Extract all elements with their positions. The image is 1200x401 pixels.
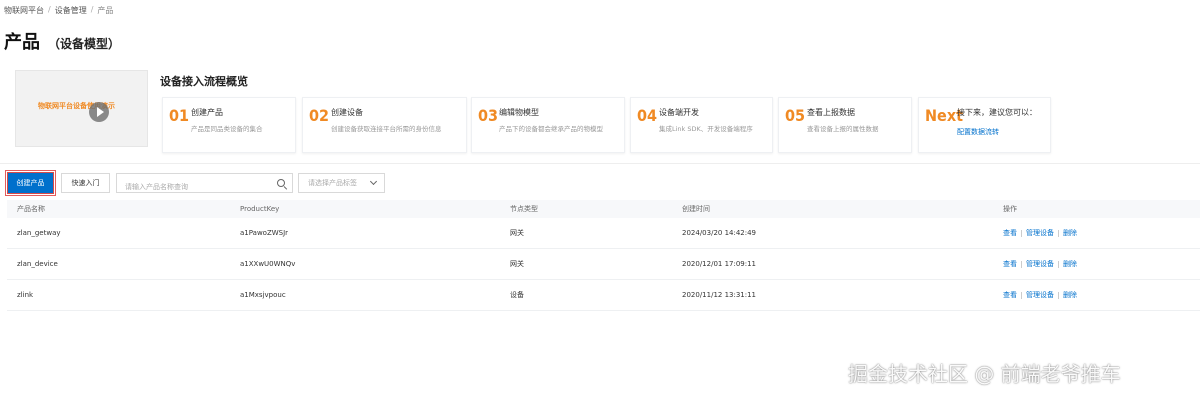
breadcrumb-separator: / — [90, 5, 94, 14]
step-number: 05 — [785, 106, 806, 125]
flow-step-1: 01 创建产品 产品是同品类设备的集合 — [162, 97, 296, 153]
flow-step-3: 03 编辑物模型 产品下的设备都会继承产品的物模型 — [471, 97, 625, 153]
product-name: zlan_device — [17, 260, 58, 268]
search-icon[interactable] — [277, 179, 285, 187]
step-title: 查看上报数据 — [807, 108, 855, 117]
chevron-down-icon — [369, 177, 378, 186]
product-search — [116, 173, 293, 196]
breadcrumb-item-product: 产品 — [97, 6, 114, 15]
product-key: a1XXwU0WNQv — [240, 260, 296, 268]
action-separator — [1021, 291, 1022, 299]
header-product-name: 产品名称 — [17, 205, 45, 213]
breadcrumb-item-device-management[interactable]: 设备管理 — [55, 5, 87, 16]
step-desc: 查看设备上报的属性数据 — [807, 125, 879, 133]
created-time: 2020/12/01 17:09:11 — [682, 260, 757, 268]
header-product-key: ProductKey — [240, 205, 280, 213]
step-title: 创建设备 — [331, 108, 363, 117]
step-title: 创建产品 — [191, 108, 223, 117]
header-actions: 操作 — [1003, 205, 1017, 213]
quick-start-button[interactable]: 快速入门 — [61, 173, 110, 193]
manage-devices-link[interactable]: 管理设备 — [1026, 290, 1054, 300]
view-link[interactable]: 查看 — [1003, 259, 1017, 269]
manage-devices-link[interactable]: 管理设备 — [1026, 259, 1054, 269]
search-input[interactable] — [117, 178, 267, 196]
product-tag-select[interactable]: 请选择产品标签 — [298, 173, 385, 193]
flow-step-2: 02 创建设备 创建设备获取连接平台所需的身份信息 — [302, 97, 467, 153]
step-desc: 集成Link SDK、开发设备端程序 — [659, 125, 753, 133]
page-title-main: 产品 — [4, 32, 40, 53]
page-title-sub: （设备模型） — [48, 37, 121, 51]
action-separator — [1021, 260, 1022, 268]
product-key: a1Mxsjvpouc — [240, 291, 286, 299]
watermark: 掘金技术社区 @ 前端老爷推车 — [848, 362, 1121, 386]
divider — [0, 163, 1200, 164]
step-desc: 产品下的设备都会继承产品的物模型 — [499, 125, 603, 133]
breadcrumb-separator: / — [48, 5, 51, 14]
header-node-type: 节点类型 — [510, 205, 538, 213]
flow-step-next: Next 接下来，建议您可以： 配置数据流转 — [918, 97, 1051, 153]
view-link[interactable]: 查看 — [1003, 228, 1017, 238]
step-title: 设备端开发 — [659, 108, 699, 117]
created-time: 2024/03/20 14:42:49 — [682, 229, 757, 237]
step-desc: 创建设备获取连接平台所需的身份信息 — [331, 125, 442, 133]
action-separator — [1058, 260, 1059, 268]
flow-overview-title: 设备接入流程概览 — [160, 75, 248, 88]
action-separator — [1058, 291, 1059, 299]
create-product-button[interactable]: 创建产品 — [5, 170, 56, 196]
product-name: zlan_getway — [17, 229, 61, 237]
action-separator — [1021, 229, 1022, 237]
row-actions: 查看 管理设备 删除 — [1003, 290, 1077, 300]
row-actions: 查看 管理设备 删除 — [1003, 228, 1077, 238]
demo-video-thumbnail[interactable]: 物联网平台设备使用演示 — [15, 70, 148, 147]
created-time: 2020/11/12 13:31:11 — [682, 291, 757, 299]
row-actions: 查看 管理设备 删除 — [1003, 259, 1077, 269]
tag-select-placeholder: 请选择产品标签 — [308, 179, 357, 187]
step-title: 接下来，建议您可以： — [957, 108, 1037, 117]
table-row: zlink a1Mxsjvpouc 设备 2020/11/12 13:31:11… — [7, 280, 1200, 311]
step-number: 03 — [478, 106, 499, 125]
table-header: 产品名称 ProductKey 节点类型 创建时间 操作 — [7, 200, 1200, 218]
breadcrumb: 物联网平台 / 设备管理 / 产品 — [4, 5, 113, 16]
step-desc: 产品是同品类设备的集合 — [191, 125, 263, 133]
table-row: zlan_device a1XXwU0WNQv 网关 2020/12/01 17… — [7, 249, 1200, 280]
action-separator — [1058, 229, 1059, 237]
delete-link[interactable]: 删除 — [1063, 259, 1077, 269]
delete-link[interactable]: 删除 — [1063, 228, 1077, 238]
config-data-flow-link[interactable]: 配置数据流转 — [957, 127, 999, 137]
table-row: zlan_getway a1PawoZWSJr 网关 2024/03/20 14… — [7, 218, 1200, 249]
play-icon[interactable] — [89, 102, 109, 122]
step-number: 01 — [169, 106, 190, 125]
product-key: a1PawoZWSJr — [240, 229, 289, 237]
flow-step-5: 05 查看上报数据 查看设备上报的属性数据 — [778, 97, 912, 153]
header-created-time: 创建时间 — [682, 205, 710, 213]
step-number: 04 — [637, 106, 658, 125]
step-number: 02 — [309, 106, 330, 125]
step-title: 编辑物模型 — [499, 108, 539, 117]
manage-devices-link[interactable]: 管理设备 — [1026, 228, 1054, 238]
node-type: 网关 — [510, 229, 524, 237]
delete-link[interactable]: 删除 — [1063, 290, 1077, 300]
breadcrumb-item-iot-platform[interactable]: 物联网平台 — [4, 5, 44, 16]
node-type: 设备 — [510, 291, 524, 299]
product-table: 产品名称 ProductKey 节点类型 创建时间 操作 zlan_getway… — [7, 200, 1200, 311]
node-type: 网关 — [510, 260, 524, 268]
view-link[interactable]: 查看 — [1003, 290, 1017, 300]
page-title: 产品 （设备模型） — [4, 28, 120, 54]
flow-step-4: 04 设备端开发 集成Link SDK、开发设备端程序 — [630, 97, 773, 153]
product-name: zlink — [17, 291, 34, 299]
